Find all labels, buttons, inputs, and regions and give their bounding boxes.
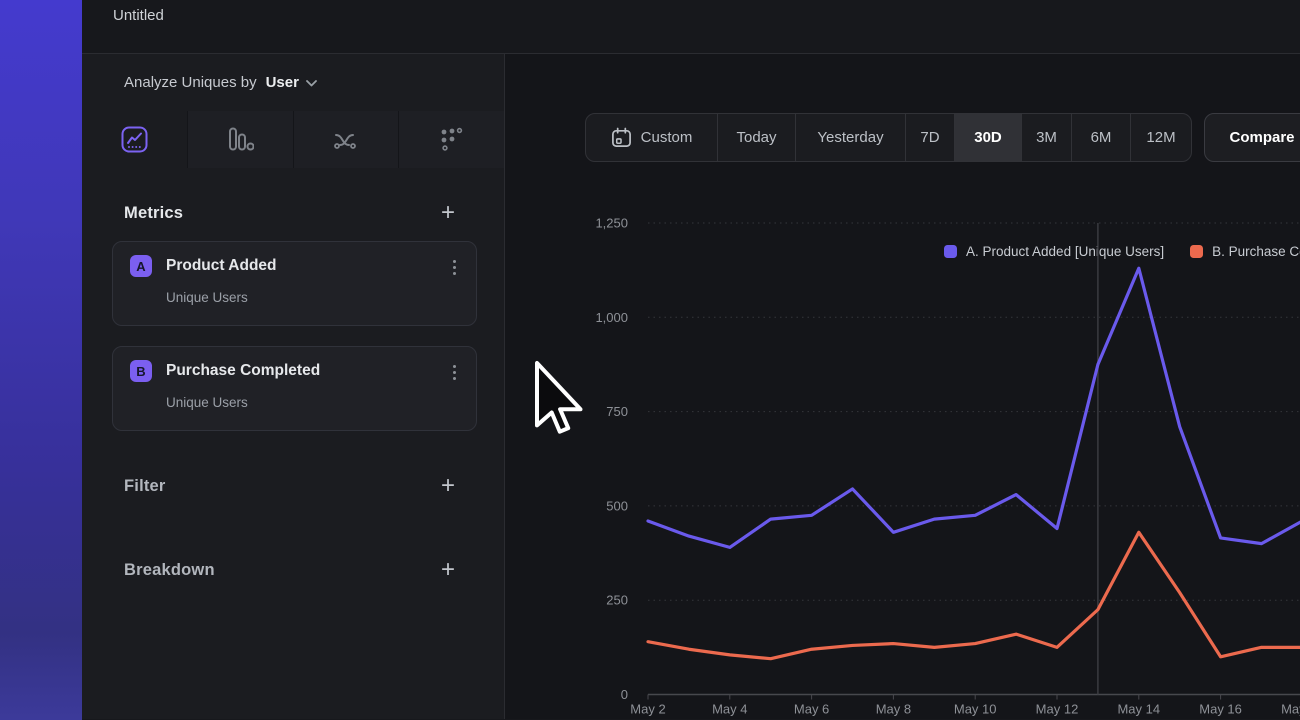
metric-menu-button[interactable] (453, 260, 456, 275)
svg-text:250: 250 (606, 593, 628, 608)
flow-chart-icon (332, 126, 360, 154)
svg-text:750: 750 (606, 404, 628, 419)
analyze-label: Analyze Uniques by (124, 74, 257, 91)
breakdown-title: Breakdown (124, 561, 215, 580)
metric-badge-a: A (130, 255, 152, 277)
tab-scatter-chart[interactable] (398, 111, 504, 168)
svg-text:May 8: May 8 (876, 702, 911, 717)
add-metric-button[interactable]: + (441, 203, 455, 223)
svg-text:May 12: May 12 (1036, 702, 1079, 717)
metric-card-b[interactable]: B Purchase Completed Unique Users (112, 346, 477, 431)
background-gradient-strip (0, 0, 82, 720)
add-filter-button[interactable]: + (441, 476, 455, 496)
svg-text:May 16: May 16 (1199, 702, 1242, 717)
app-window: Untitled Analyze Uniques by User (82, 0, 1300, 720)
filter-section-header: Filter + (82, 476, 504, 496)
top-bar: Untitled (82, 0, 1300, 54)
query-sidebar: Analyze Uniques by User (82, 54, 505, 719)
chevron-down-icon (306, 80, 317, 87)
breakdown-section-header: Breakdown + (82, 560, 504, 580)
metric-measure: Unique Users (166, 395, 460, 410)
bar-chart-icon (227, 126, 254, 153)
svg-text:May 14: May 14 (1117, 702, 1160, 717)
metric-name: Purchase Completed (166, 362, 320, 380)
svg-text:May 6: May 6 (794, 702, 829, 717)
analyze-by-value: User (266, 74, 299, 91)
metrics-section-header: Metrics + (82, 203, 504, 223)
svg-text:May 10: May 10 (954, 702, 997, 717)
analyze-row: Analyze Uniques by User (82, 54, 504, 111)
svg-text:500: 500 (606, 498, 628, 513)
metric-name: Product Added (166, 257, 277, 275)
screen: Untitled Analyze Uniques by User (0, 0, 1300, 720)
metric-measure: Unique Users (166, 290, 460, 305)
chart-svg[interactable]: 0 250 500 750 1,000 1,250 May 2 May 4 May 6 May 8… (505, 54, 1300, 719)
metric-card-a[interactable]: A Product Added Unique Users (112, 241, 477, 326)
add-breakdown-button[interactable]: + (441, 560, 455, 580)
metrics-title: Metrics (124, 204, 183, 223)
chart-type-tabs (82, 111, 504, 168)
metric-badge-b: B (130, 360, 152, 382)
filter-title: Filter (124, 477, 166, 496)
chart-panel: Custom Today Yesterday 7D 30D 3M 6M 12M … (505, 54, 1300, 719)
document-title[interactable]: Untitled (82, 0, 164, 24)
line-chart-icon (121, 126, 148, 153)
svg-text:1,250: 1,250 (595, 216, 628, 231)
svg-text:May 2: May 2 (630, 702, 665, 717)
svg-text:0: 0 (621, 687, 628, 702)
analyze-by-dropdown[interactable]: User (266, 74, 317, 91)
svg-text:1,000: 1,000 (595, 310, 628, 325)
tab-flow-chart[interactable] (293, 111, 399, 168)
scatter-chart-icon (438, 126, 465, 153)
tab-bar-chart[interactable] (187, 111, 293, 168)
svg-text:May 4: May 4 (712, 702, 747, 717)
svg-text:May 18: May 18 (1281, 702, 1300, 717)
metric-menu-button[interactable] (453, 365, 456, 380)
tab-line-chart[interactable] (82, 111, 187, 168)
